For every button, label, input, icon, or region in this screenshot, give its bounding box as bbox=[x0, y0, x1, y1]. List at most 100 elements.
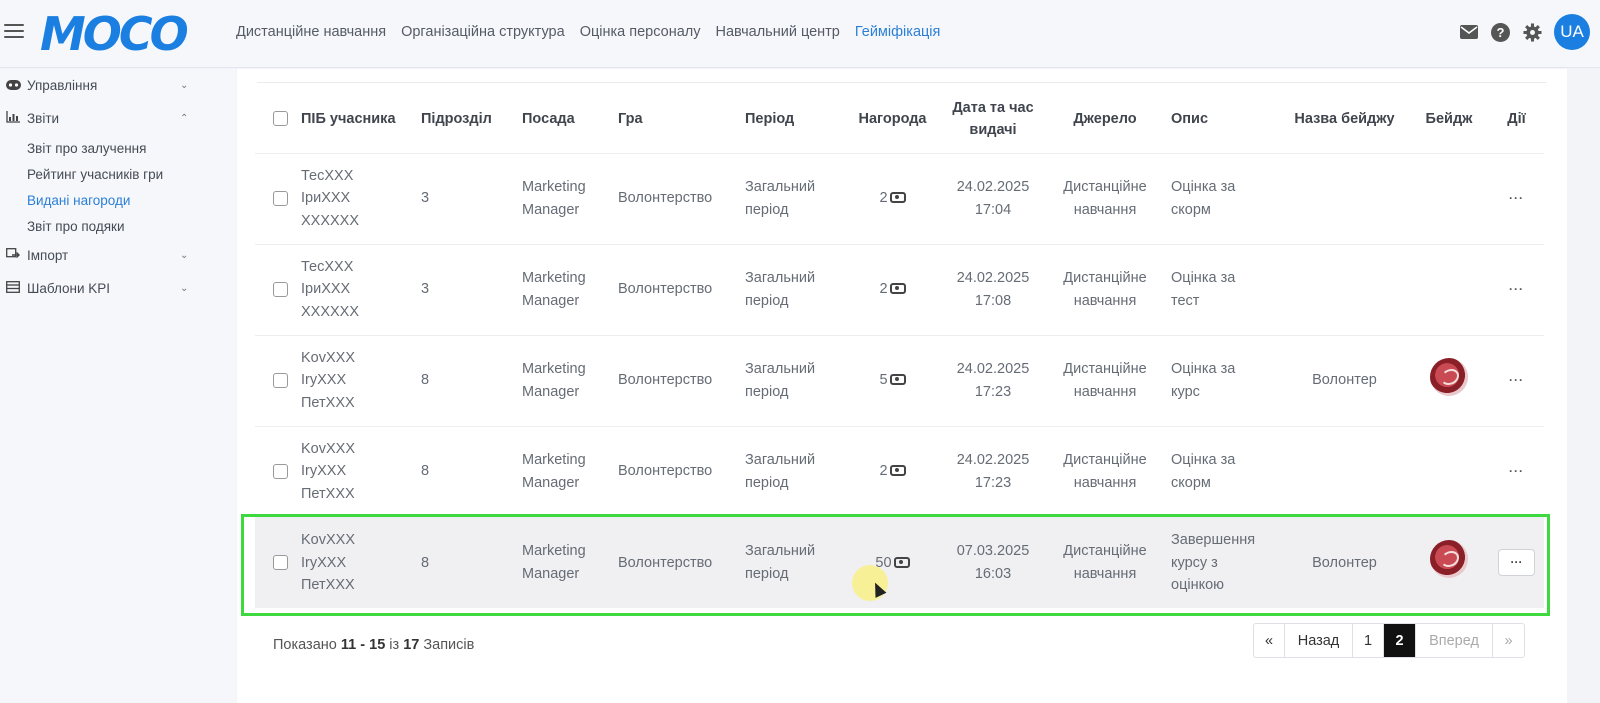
nav-item[interactable]: Дистанційне навчання bbox=[236, 24, 386, 40]
help-icon[interactable]: ? bbox=[1491, 22, 1510, 42]
sidebar-group-management[interactable]: Управління ⌄ bbox=[0, 69, 236, 102]
sidebar-item-engagement-report[interactable]: Звіт про залучення bbox=[0, 135, 236, 161]
sidebar-group-kpi-templates[interactable]: Шаблони KPI ⌄ bbox=[0, 272, 236, 305]
chevron-down-icon: ⌄ bbox=[180, 80, 189, 91]
cell-line: Дистанційне bbox=[1063, 361, 1147, 377]
menu-icon[interactable] bbox=[4, 24, 24, 40]
col-header-period[interactable]: Період bbox=[745, 85, 846, 153]
sidebar-group-label: Шаблони KPI bbox=[27, 281, 111, 296]
last-page-button[interactable]: » bbox=[1493, 624, 1524, 657]
page-2-button[interactable]: 2 bbox=[1384, 624, 1416, 657]
row-checkbox[interactable] bbox=[273, 555, 288, 571]
logo[interactable]: MOCO bbox=[40, 8, 189, 60]
gamepad-icon bbox=[6, 79, 22, 93]
cell-line: IryXXX bbox=[301, 554, 347, 571]
cell-line: Manager bbox=[522, 201, 580, 218]
row-actions-button[interactable]: ··· bbox=[1498, 549, 1535, 577]
col-header-description[interactable]: Опис bbox=[1163, 85, 1280, 153]
row-actions-button[interactable]: ··· bbox=[1509, 282, 1524, 296]
col-header-date[interactable]: Дата та час видачі bbox=[939, 85, 1047, 153]
cell-line: IryXXX bbox=[301, 463, 347, 480]
chart-icon bbox=[6, 111, 22, 126]
issue-date: 24.02.2025 bbox=[956, 452, 1030, 468]
row-checkbox[interactable] bbox=[273, 281, 288, 297]
cell-line: IryXXX bbox=[301, 372, 347, 389]
sidebar-item-issued-rewards[interactable]: Видані нагороди bbox=[0, 187, 236, 213]
table-row[interactable]: ТесХХХ ІриХХХ ХХХХХХ 3 Marketing Manager Волон… bbox=[255, 152, 1544, 244]
select-all-cell bbox=[255, 85, 301, 153]
first-page-button[interactable]: « bbox=[1254, 624, 1285, 657]
position-cell: Marketing Manager bbox=[522, 334, 618, 426]
cell-line: Оцінка за bbox=[1171, 179, 1236, 195]
col-header-game[interactable]: Гра bbox=[618, 85, 745, 153]
source-cell: Дистанційне навчання bbox=[1047, 334, 1163, 426]
row-actions-button[interactable]: ··· bbox=[1509, 373, 1524, 387]
prev-page-button[interactable]: Назад bbox=[1285, 624, 1353, 657]
cell-line: період bbox=[745, 474, 789, 491]
cell-line: Marketing bbox=[522, 452, 586, 468]
cell-line: Загальний bbox=[745, 270, 816, 286]
cell-line: ПетХХХ bbox=[301, 577, 355, 593]
coin-icon bbox=[889, 283, 906, 295]
position-cell: Marketing Manager bbox=[522, 516, 618, 608]
row-actions-button[interactable]: ··· bbox=[1509, 464, 1524, 478]
cell-line: Manager bbox=[522, 383, 580, 400]
summary-to: 15 bbox=[369, 637, 386, 653]
col-header-position[interactable]: Посада bbox=[522, 85, 618, 153]
page-1-button[interactable]: 1 bbox=[1353, 624, 1384, 657]
table-row[interactable]: KovXXX IryXXX ПетХХХ 8 Marketing Manager Волон… bbox=[255, 334, 1544, 426]
cell-line: Manager bbox=[522, 474, 580, 491]
row-actions-button[interactable]: ··· bbox=[1509, 191, 1524, 205]
sidebar-item-thanks-report[interactable]: Звіт про подяки bbox=[0, 213, 236, 239]
cell-line: Загальний bbox=[745, 179, 816, 195]
nav-item[interactable]: Навчальний центр bbox=[716, 24, 840, 40]
cell-line: Завершення bbox=[1171, 532, 1256, 548]
actions-cell: ··· bbox=[1489, 334, 1544, 426]
table-row[interactable]: ТесХХХ ІриХХХ ХХХХХХ 3 Marketing Manager Волон… bbox=[255, 243, 1544, 335]
badge-cell bbox=[1409, 152, 1489, 244]
position-cell: Marketing Manager bbox=[522, 425, 618, 517]
col-header-source[interactable]: Джерело bbox=[1047, 85, 1163, 153]
date-cell: 07.03.2025 16:03 bbox=[939, 516, 1047, 608]
row-checkbox[interactable] bbox=[273, 372, 288, 388]
cell-line: курс bbox=[1171, 383, 1200, 400]
nav-item[interactable]: Організаційна структура bbox=[401, 24, 565, 40]
avatar[interactable]: UA bbox=[1554, 14, 1590, 50]
cell-line: навчання bbox=[1073, 292, 1137, 309]
toolbar-strip bbox=[257, 69, 1547, 83]
col-header-reward[interactable]: Нагорода bbox=[846, 85, 939, 153]
select-all-checkbox[interactable] bbox=[273, 111, 288, 127]
next-page-button[interactable]: Вперед bbox=[1416, 624, 1493, 657]
mail-icon[interactable] bbox=[1459, 22, 1479, 42]
table-row[interactable]: KovXXX IryXXX ПетХХХ 8 Marketing Manager Волон… bbox=[255, 425, 1544, 517]
department-cell: 8 bbox=[421, 516, 522, 608]
cell-line: ПетХХХ bbox=[301, 394, 355, 411]
badge-cell bbox=[1409, 334, 1489, 426]
sidebar-group-import[interactable]: Імпорт ⌄ bbox=[0, 239, 236, 272]
chevron-down-icon: ⌄ bbox=[180, 250, 189, 261]
col-header-department[interactable]: Підрозділ bbox=[421, 85, 522, 153]
records-summary: Показано 11 - 15 із 17 Записів bbox=[273, 637, 474, 653]
department-cell: 8 bbox=[421, 425, 522, 517]
row-checkbox[interactable] bbox=[273, 190, 288, 206]
table-row[interactable]: KovXXX IryXXX ПетХХХ 8 Marketing Manager Волон… bbox=[255, 516, 1544, 608]
cell-line: тест bbox=[1171, 292, 1200, 309]
col-header-name[interactable]: ПІБ учасника bbox=[301, 85, 421, 153]
gear-icon[interactable] bbox=[1522, 22, 1542, 42]
date-cell: 24.02.2025 17:04 bbox=[939, 152, 1047, 244]
cell-line: оцінкою bbox=[1171, 577, 1225, 593]
source-cell: Дистанційне навчання bbox=[1047, 152, 1163, 244]
cell-line: Marketing bbox=[522, 270, 586, 286]
reward-cell: 2 bbox=[846, 425, 939, 517]
reward-value: 5 bbox=[879, 372, 888, 389]
nav-item[interactable]: Оцінка персоналу bbox=[580, 24, 701, 40]
row-select-cell bbox=[255, 334, 301, 426]
badge-image bbox=[1430, 540, 1468, 578]
nav-item[interactable]: Гейміфікація bbox=[855, 24, 941, 40]
col-header-badge-name[interactable]: Назва бейджу bbox=[1280, 85, 1409, 153]
row-checkbox[interactable] bbox=[273, 463, 288, 479]
sidebar-item-game-rating[interactable]: Рейтинг учасників гри bbox=[0, 161, 236, 187]
badge-image bbox=[1430, 357, 1468, 396]
sidebar-group-reports[interactable]: Звіти ⌃ bbox=[0, 102, 236, 135]
date-cell: 24.02.2025 17:23 bbox=[939, 334, 1047, 426]
